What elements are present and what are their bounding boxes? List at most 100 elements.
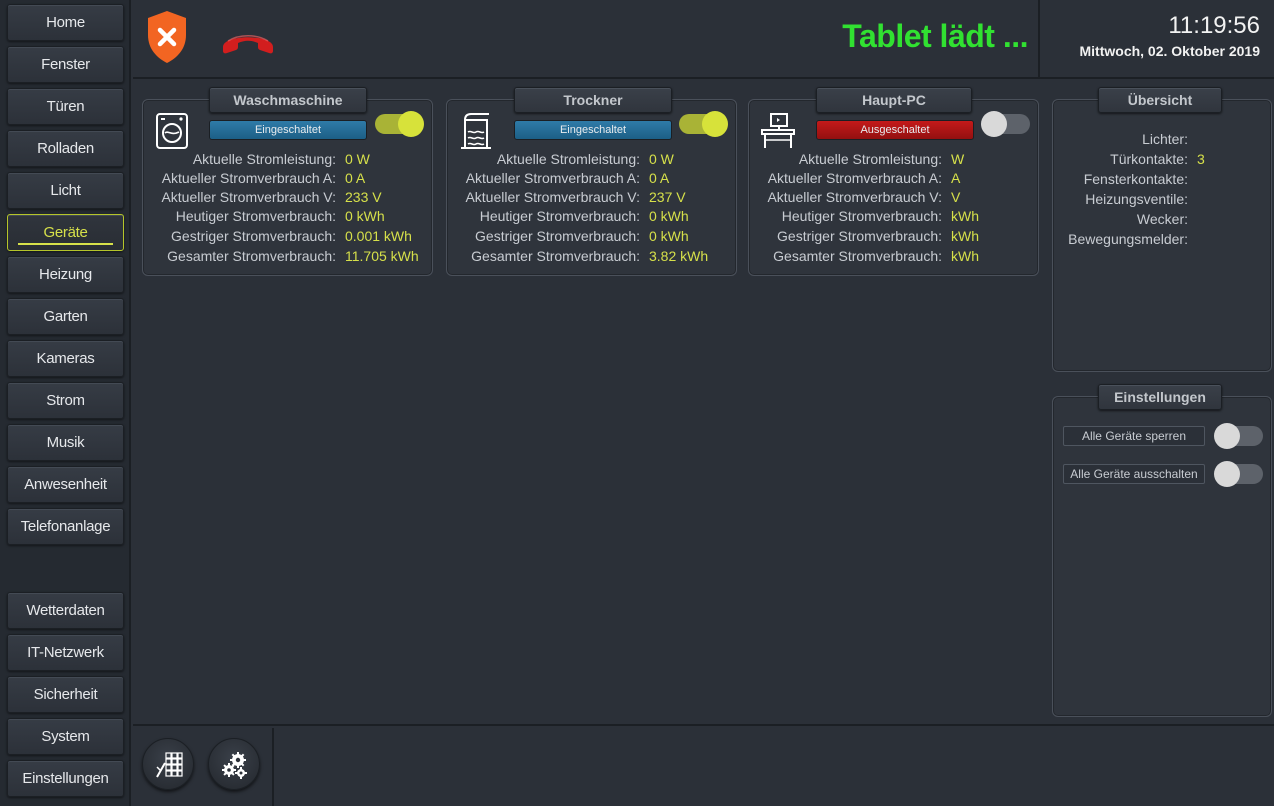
device-card-haupt-pc: Haupt-PC Ausgeschaltet Aktuelle Stromlei… xyxy=(748,87,1039,276)
settings-panel: Einstellungen Alle Geräte sperren Alle G… xyxy=(1052,384,1272,717)
nav-geraete-label: Geräte xyxy=(43,224,88,241)
nav-strom-button[interactable]: Strom xyxy=(7,382,124,419)
nav-geraete-button[interactable]: Geräte xyxy=(7,214,124,251)
nav-sicherheit-button[interactable]: Sicherheit xyxy=(7,676,124,713)
metric-label: Heutiger Stromverbrauch: xyxy=(175,208,336,224)
device-state-pill: Ausgeschaltet xyxy=(816,120,974,140)
nav-fenster-button[interactable]: Fenster xyxy=(7,46,124,83)
metric-label: Gestriger Stromverbrauch: xyxy=(475,228,640,244)
metric-label: Aktueller Stromverbrauch A: xyxy=(161,170,336,186)
switch-off-all-devices-toggle[interactable] xyxy=(1214,461,1263,487)
metric-label: Aktuelle Stromleistung: xyxy=(798,151,942,167)
nav-garten-button[interactable]: Garten xyxy=(7,298,124,335)
metric-value: kWh xyxy=(951,208,979,224)
device-power-toggle[interactable] xyxy=(375,111,424,137)
metric-value: 0.001 kWh xyxy=(345,228,412,244)
toggle-knob xyxy=(981,111,1007,137)
device-state-pill: Eingeschaltet xyxy=(514,120,672,140)
nav-einstellungen-button[interactable]: Einstellungen xyxy=(7,760,124,797)
device-power-toggle[interactable] xyxy=(679,111,728,137)
metric-value: 0 kWh xyxy=(345,208,385,224)
main-content: Waschmaschine Eingeschaltet Aktuelle Str… xyxy=(133,81,1274,726)
toggle-knob xyxy=(702,111,728,137)
overview-panel: Übersicht Lichter: Türkontakte: 3 Fenste… xyxy=(1052,87,1272,372)
device-power-toggle[interactable] xyxy=(981,111,1030,137)
metric-label: Aktueller Stromverbrauch V: xyxy=(767,189,942,205)
toggle-knob xyxy=(1214,423,1240,449)
metric-label: Aktueller Stromverbrauch A: xyxy=(767,170,942,186)
metric-value: kWh xyxy=(951,248,979,264)
metric-label: Aktuelle Stromleistung: xyxy=(192,151,336,167)
metric-value: 0 A xyxy=(345,170,366,186)
metric-value: W xyxy=(951,151,965,167)
nav-home-button[interactable]: Home xyxy=(7,4,124,41)
overview-label: Türkontakte: xyxy=(1110,151,1188,167)
metric-value: 0 W xyxy=(345,151,370,167)
metric-label: Aktuelle Stromleistung: xyxy=(496,151,640,167)
keypad-button[interactable] xyxy=(142,738,194,790)
device-card-title: Waschmaschine xyxy=(209,87,367,113)
tablet-status-text: Tablet lädt ... xyxy=(842,18,1028,54)
nav-wetterdaten-button[interactable]: Wetterdaten xyxy=(7,592,124,629)
active-underline xyxy=(18,243,113,245)
device-card-trockner: Trockner Eingeschaltet Aktuelle Stromlei… xyxy=(446,87,737,276)
metric-value: A xyxy=(951,170,961,186)
device-card-waschmaschine: Waschmaschine Eingeschaltet Aktuelle Str… xyxy=(142,87,433,276)
gears-button[interactable] xyxy=(208,738,260,790)
metric-label: Heutiger Stromverbrauch: xyxy=(781,208,942,224)
sidebar-nav: Home Fenster Türen Rolladen Licht Geräte… xyxy=(0,0,131,806)
metric-value: 0 W xyxy=(649,151,674,167)
nav-it-netzwerk-button[interactable]: IT-Netzwerk xyxy=(7,634,124,671)
nav-system-button[interactable]: System xyxy=(7,718,124,755)
metric-value: 11.705 kWh xyxy=(345,248,419,264)
metric-label: Aktueller Stromverbrauch V: xyxy=(465,189,640,205)
phone-hangup-icon[interactable] xyxy=(219,28,277,58)
desk-computer-icon xyxy=(761,113,795,148)
bottom-bar xyxy=(133,728,1274,806)
metric-value: kWh xyxy=(951,228,979,244)
lock-all-devices-toggle[interactable] xyxy=(1214,423,1263,449)
nav-tueren-button[interactable]: Türen xyxy=(7,88,124,125)
clock-date: Mittwoch, 02. Oktober 2019 xyxy=(1079,43,1261,59)
switch-off-all-devices-button[interactable]: Alle Geräte ausschalten xyxy=(1063,464,1205,484)
metric-value: 237 V xyxy=(649,189,686,205)
overview-value: 3 xyxy=(1197,151,1205,167)
metric-label: Heutiger Stromverbrauch: xyxy=(479,208,640,224)
dryer-icon xyxy=(461,113,491,149)
device-state-pill: Eingeschaltet xyxy=(209,120,367,140)
metric-value: 0 A xyxy=(649,170,670,186)
overview-label: Bewegungsmelder: xyxy=(1068,231,1188,247)
keypad-icon xyxy=(156,752,183,778)
metric-value: V xyxy=(951,189,961,205)
gears-icon xyxy=(222,752,247,779)
metric-label: Aktueller Stromverbrauch V: xyxy=(161,189,336,205)
clock-panel: 11:19:56 Mittwoch, 02. Oktober 2019 xyxy=(1038,0,1274,79)
toggle-knob xyxy=(1214,461,1240,487)
overview-label: Wecker: xyxy=(1136,211,1188,227)
nav-licht-button[interactable]: Licht xyxy=(7,172,124,209)
shield-x-icon[interactable] xyxy=(145,9,189,65)
nav-anwesenheit-button[interactable]: Anwesenheit xyxy=(7,466,124,503)
metric-value: 0 kWh xyxy=(649,208,689,224)
nav-telefonanlage-button[interactable]: Telefonanlage xyxy=(7,508,124,545)
metric-label: Gesamter Stromverbrauch: xyxy=(773,248,942,264)
nav-musik-button[interactable]: Musik xyxy=(7,424,124,461)
nav-heizung-button[interactable]: Heizung xyxy=(7,256,124,293)
metric-label: Gestriger Stromverbrauch: xyxy=(171,228,336,244)
top-bar: Tablet lädt ... 11:19:56 Mittwoch, 02. O… xyxy=(133,0,1274,79)
metric-label: Gesamter Stromverbrauch: xyxy=(471,248,640,264)
clock-time: 11:19:56 xyxy=(1168,12,1260,39)
overview-label: Fensterkontakte: xyxy=(1083,171,1188,187)
lock-all-devices-button[interactable]: Alle Geräte sperren xyxy=(1063,426,1205,446)
device-card-title: Trockner xyxy=(514,87,672,113)
toggle-knob xyxy=(398,111,424,137)
settings-title: Einstellungen xyxy=(1098,384,1222,410)
metric-value: 233 V xyxy=(345,189,382,205)
overview-label: Lichter: xyxy=(1142,131,1188,147)
nav-rolladen-button[interactable]: Rolladen xyxy=(7,130,124,167)
nav-kameras-button[interactable]: Kameras xyxy=(7,340,124,377)
bottom-divider xyxy=(272,728,274,806)
overview-label: Heizungsventile: xyxy=(1085,191,1188,207)
washing-machine-icon xyxy=(156,113,188,149)
overview-title: Übersicht xyxy=(1098,87,1222,113)
